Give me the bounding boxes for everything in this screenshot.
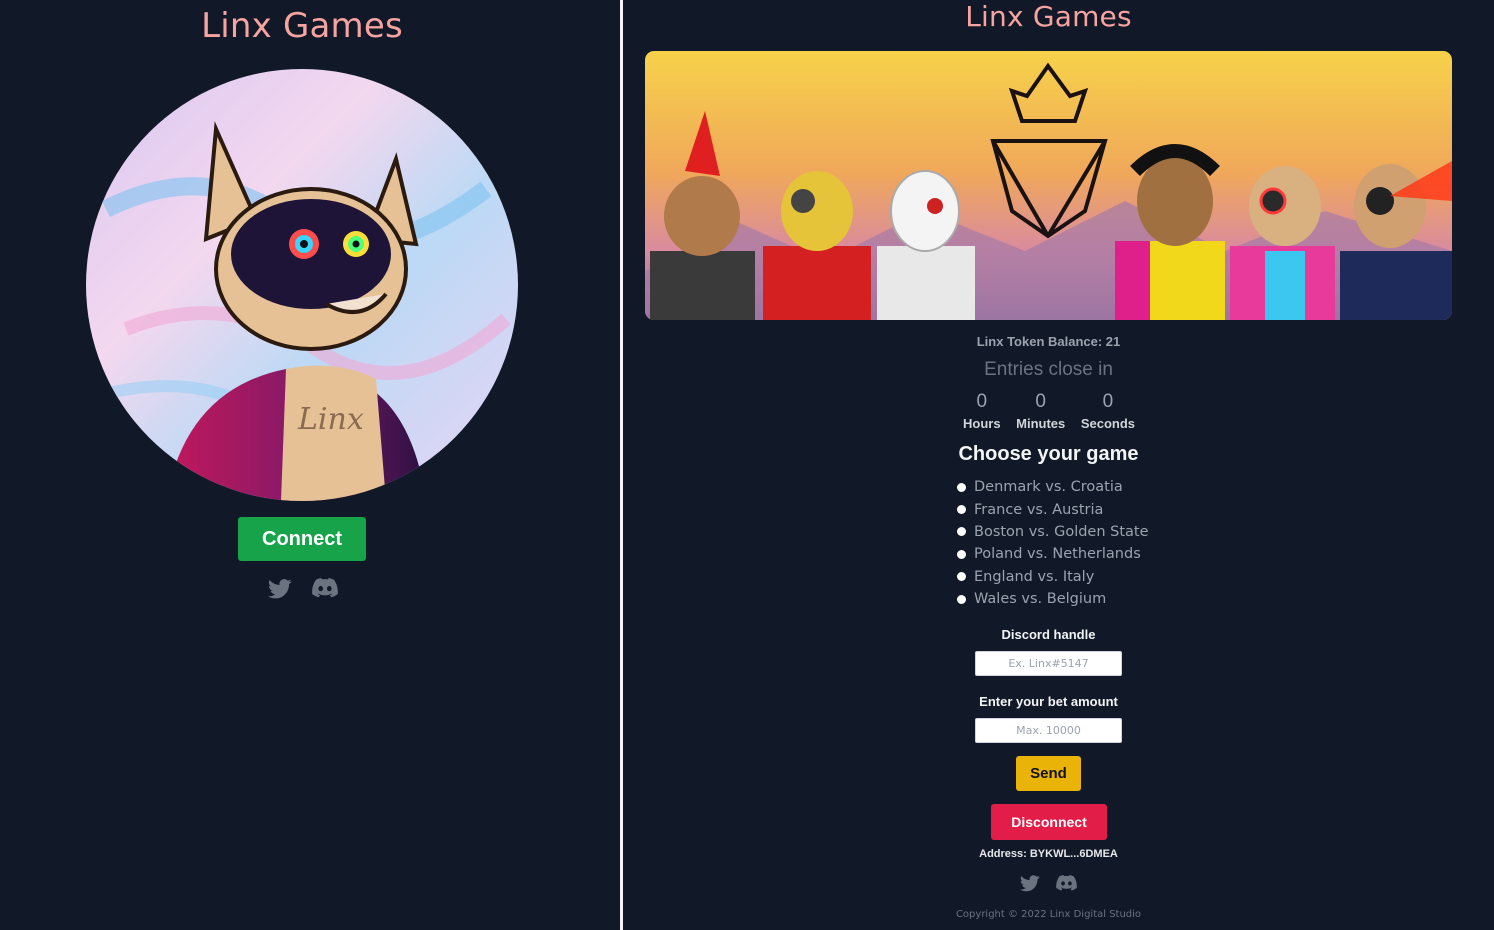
lynx-lineup-banner bbox=[645, 51, 1452, 320]
site-title: Linx Games bbox=[201, 6, 403, 46]
countdown-value: 0 bbox=[1102, 391, 1114, 412]
game-option[interactable]: Denmark vs. Croatia bbox=[957, 476, 1149, 498]
bet-amount-label: Enter your bet amount bbox=[979, 694, 1118, 709]
discord-handle-label: Discord handle bbox=[1001, 627, 1096, 642]
connect-panel: Linx Games Linx Connect bbox=[0, 0, 620, 930]
game-panel: Linx Games Linx Token Balance: 21 Entrie… bbox=[623, 0, 1494, 930]
game-option[interactable]: England vs. Italy bbox=[957, 566, 1149, 588]
game-label: Boston vs. Golden State bbox=[974, 523, 1149, 540]
radio-button[interactable] bbox=[957, 549, 966, 559]
game-options: Denmark vs. Croatia France vs. Austria B… bbox=[957, 476, 1149, 610]
game-label: France vs. Austria bbox=[974, 501, 1104, 518]
radio-button[interactable] bbox=[957, 482, 966, 492]
countdown-minutes: 0 Minutes bbox=[1016, 391, 1065, 431]
svg-text:Linx: Linx bbox=[297, 402, 364, 437]
countdown-hours: 0 Hours bbox=[963, 391, 1001, 431]
discord-handle-input[interactable] bbox=[975, 651, 1122, 676]
countdown-label: Hours bbox=[963, 416, 1001, 431]
radio-button[interactable] bbox=[957, 505, 966, 515]
game-label: Denmark vs. Croatia bbox=[974, 479, 1123, 496]
radio-button[interactable] bbox=[957, 527, 966, 537]
countdown-seconds: 0 Seconds bbox=[1081, 391, 1135, 431]
game-option[interactable]: Poland vs. Netherlands bbox=[957, 543, 1149, 565]
connect-button[interactable]: Connect bbox=[238, 517, 366, 561]
countdown-label: Seconds bbox=[1080, 416, 1135, 431]
game-label: England vs. Italy bbox=[974, 568, 1095, 585]
bet-amount-input[interactable] bbox=[975, 718, 1122, 743]
social-links bbox=[267, 578, 338, 604]
social-links bbox=[1019, 875, 1077, 896]
countdown-value: 0 bbox=[1035, 391, 1046, 412]
countdown-timer: 0 Hours 0 Minutes 0 Seconds bbox=[963, 391, 1135, 431]
game-option[interactable]: Boston vs. Golden State bbox=[957, 521, 1149, 543]
game-label: Poland vs. Netherlands bbox=[974, 546, 1141, 563]
copyright-footer: Copyright © 2022 Linx Digital Studio bbox=[955, 909, 1142, 920]
radio-button[interactable] bbox=[957, 594, 966, 604]
game-option[interactable]: France vs. Austria bbox=[957, 498, 1149, 520]
discord-icon[interactable] bbox=[312, 578, 338, 604]
game-option[interactable]: Wales vs. Belgium bbox=[957, 588, 1149, 610]
countdown-value: 0 bbox=[976, 391, 988, 412]
twitter-icon[interactable] bbox=[267, 578, 292, 604]
token-balance: Linx Token Balance: 21 bbox=[976, 334, 1121, 349]
game-label: Wales vs. Belgium bbox=[974, 591, 1107, 608]
disconnect-button[interactable]: Disconnect bbox=[991, 804, 1107, 840]
entries-close-label: Entries close in bbox=[984, 359, 1113, 380]
choose-game-heading: Choose your game bbox=[958, 443, 1139, 465]
radio-button[interactable] bbox=[957, 572, 966, 582]
wallet-address: Address: BYKWL...6DMEA bbox=[979, 848, 1118, 860]
send-button[interactable]: Send bbox=[1016, 756, 1081, 791]
site-title: Linx Games bbox=[965, 0, 1132, 33]
twitter-icon[interactable] bbox=[1019, 875, 1040, 896]
discord-icon[interactable] bbox=[1056, 875, 1077, 896]
countdown-label: Minutes bbox=[1016, 416, 1066, 431]
lynx-avatar-image: Linx bbox=[86, 69, 518, 501]
